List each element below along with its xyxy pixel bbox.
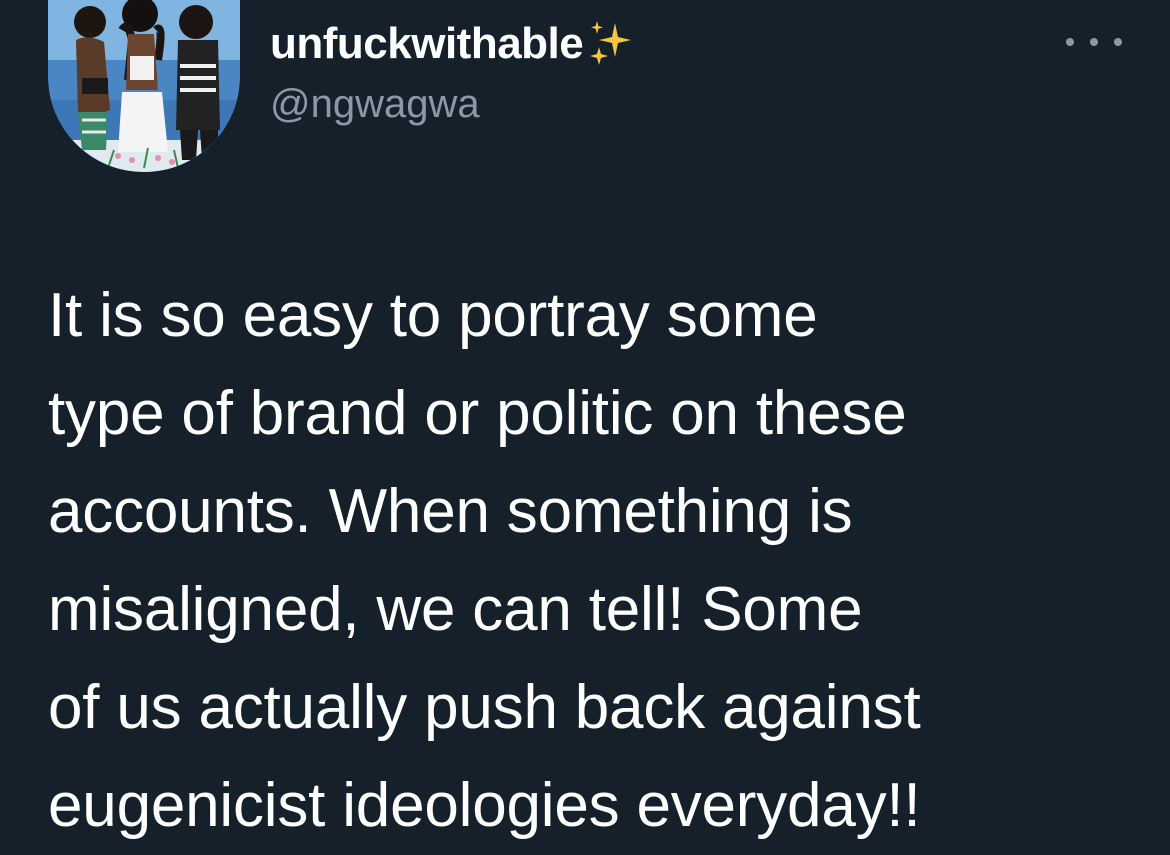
more-dot — [1066, 38, 1074, 46]
sparkles-icon — [585, 17, 639, 71]
tweet-card: unfuckwithable @ngwagwa It is so easy to… — [0, 0, 1170, 848]
more-options-icon[interactable] — [1066, 26, 1122, 58]
tweet-text: It is so easy to portray some type of br… — [48, 281, 921, 840]
more-dot — [1114, 38, 1122, 46]
avatar[interactable] — [48, 0, 240, 172]
user-handle[interactable]: @ngwagwa — [270, 82, 639, 127]
avatar-illustration — [48, 0, 240, 172]
user-info: unfuckwithable @ngwagwa — [270, 16, 639, 127]
display-name-row: unfuckwithable — [270, 16, 639, 72]
more-dot — [1090, 38, 1098, 46]
display-name[interactable]: unfuckwithable — [270, 19, 584, 69]
